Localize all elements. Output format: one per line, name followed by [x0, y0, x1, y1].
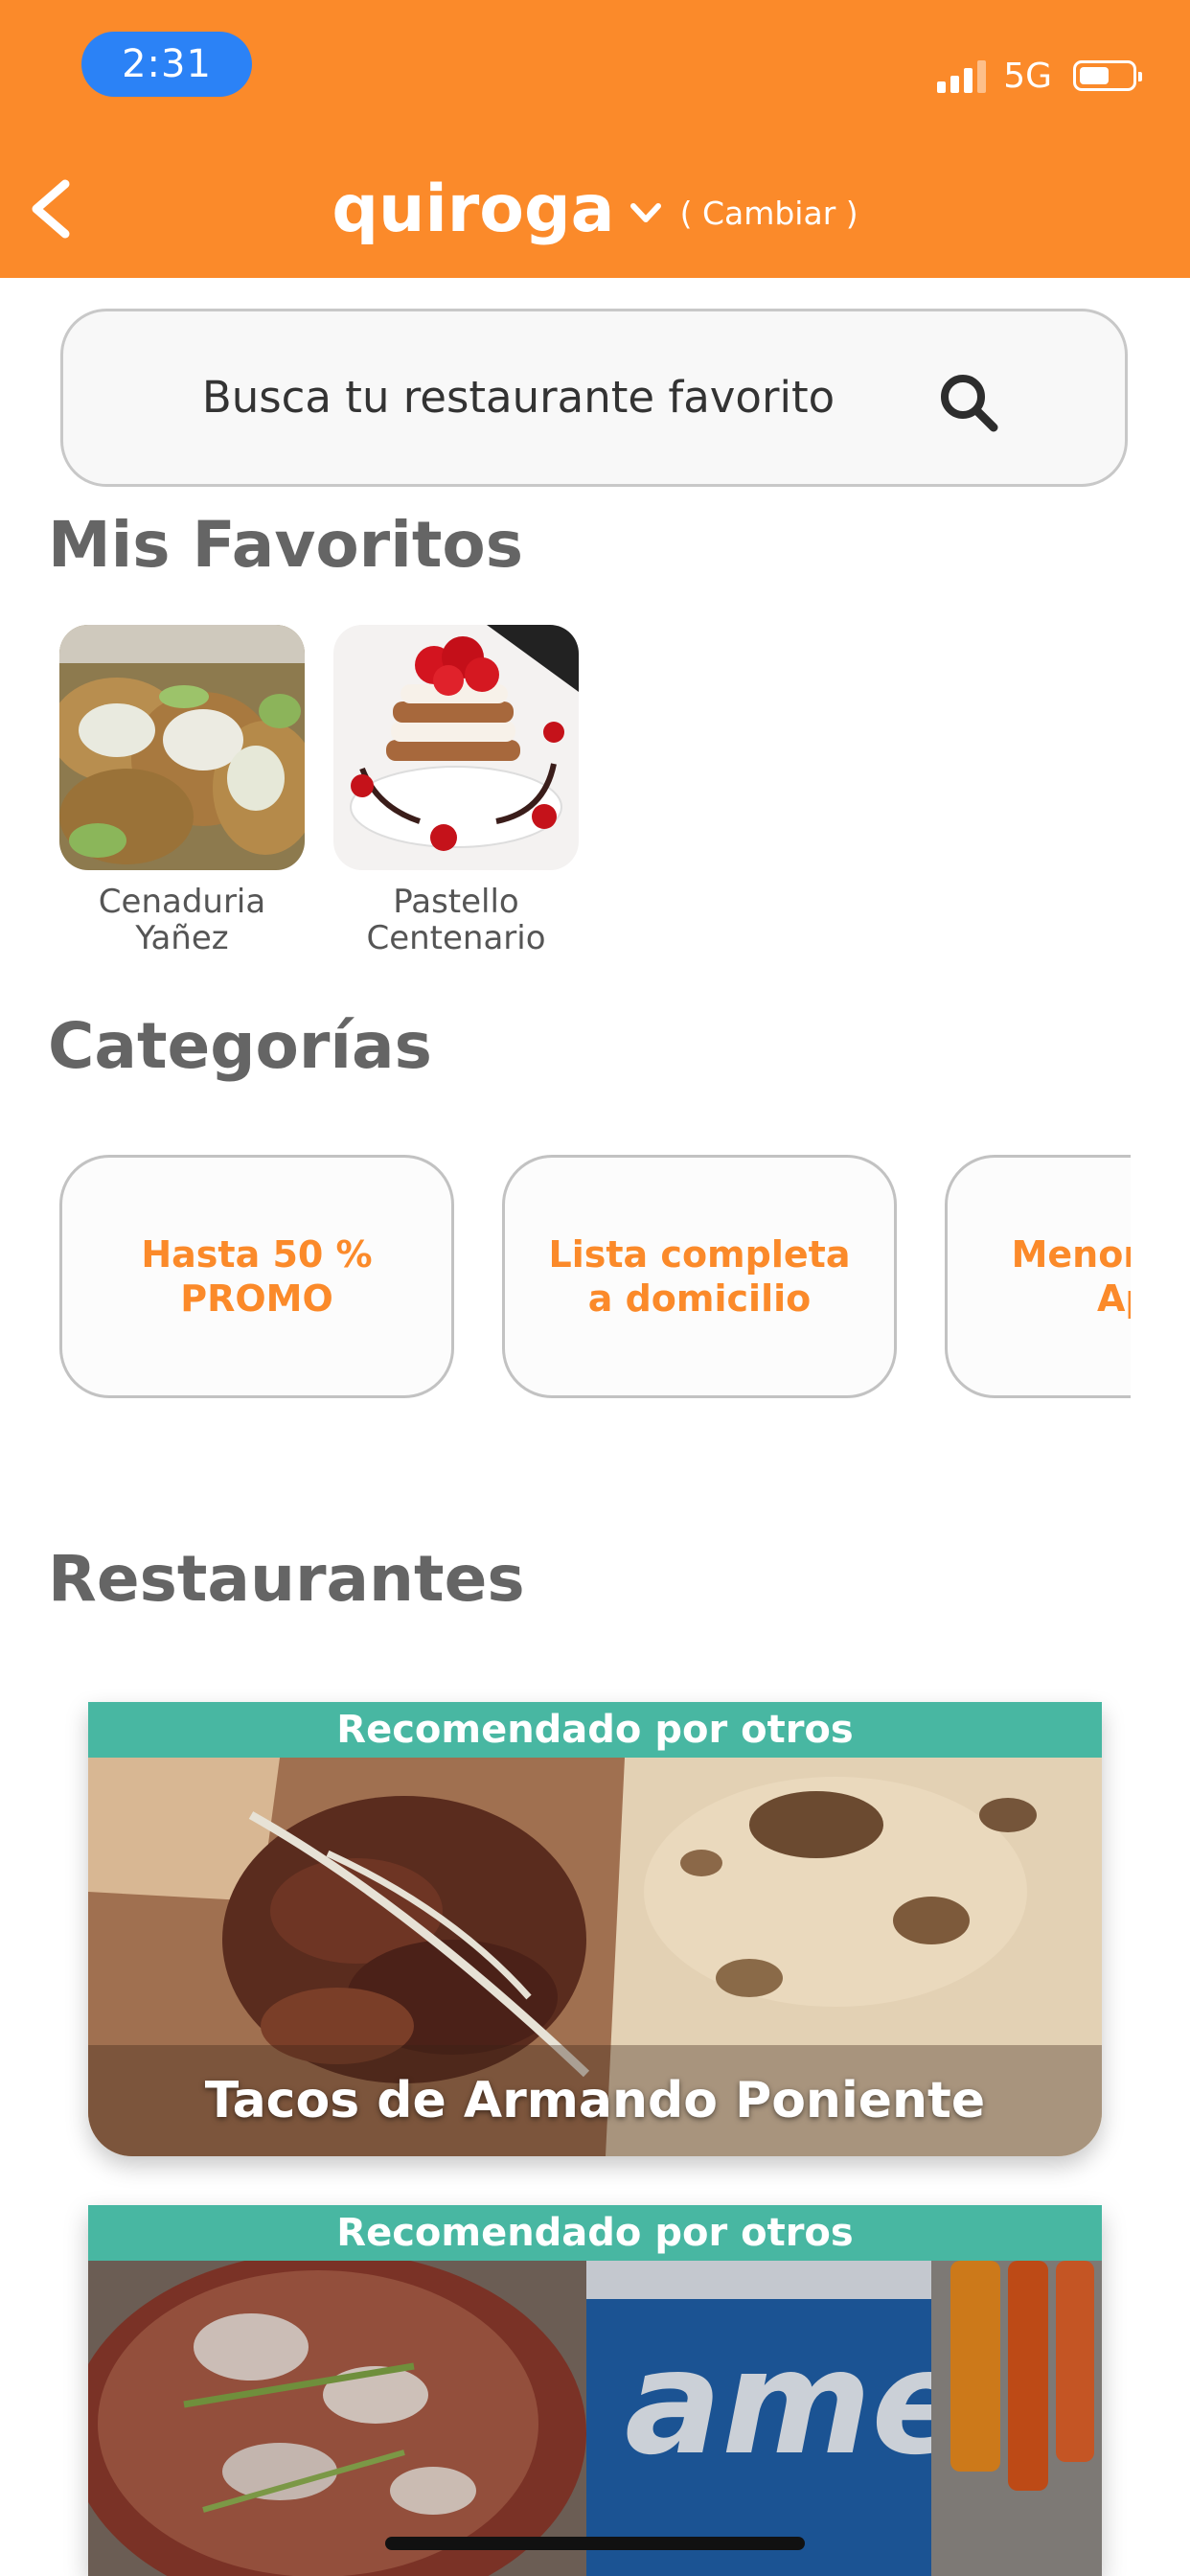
network-type: 5G: [1003, 56, 1052, 96]
home-indicator[interactable]: [385, 2537, 805, 2550]
restaurant-name[interactable]: Tacos de Armando Poniente: [88, 2072, 1102, 2129]
signal-icon: [937, 58, 987, 93]
recommended-banner: Recomendado por otros: [88, 2205, 1102, 2261]
search-placeholder[interactable]: Busca tu restaurante favorito: [63, 311, 973, 484]
favorite-image[interactable]: [333, 625, 579, 870]
battery-icon: [1073, 60, 1142, 91]
category-third[interactable]: Menor Ap: [945, 1155, 1131, 1398]
category-full-list[interactable]: Lista completa a domicilio: [502, 1155, 897, 1398]
recommended-banner: Recomendado por otros: [88, 1702, 1102, 1758]
restaurant-card[interactable]: Recomendado por otros Tacos de Armando P…: [88, 1702, 1102, 2156]
favorite-item[interactable]: Cenaduria Yañez: [59, 625, 305, 956]
favorite-item[interactable]: Pastello Centenario: [333, 625, 579, 956]
restaurant-image[interactable]: ame: [88, 2261, 1102, 2576]
city-selector[interactable]: quiroga ( Cambiar ): [0, 161, 1190, 257]
status-time: 2:31: [81, 32, 252, 97]
search-bar[interactable]: Busca tu restaurante favorito: [60, 309, 1128, 487]
favorite-name[interactable]: Pastello Centenario: [312, 884, 600, 956]
favorites-title: Mis Favoritos: [48, 508, 524, 582]
chevron-down-icon[interactable]: [627, 194, 665, 232]
search-icon[interactable]: [937, 371, 1000, 434]
city-name[interactable]: quiroga: [332, 172, 614, 247]
favorite-name[interactable]: Cenaduria Yañez: [38, 884, 326, 956]
restaurants-title: Restaurantes: [48, 1542, 525, 1616]
categories-title: Categorías: [48, 1009, 432, 1083]
category-promo[interactable]: Hasta 50 % PROMO: [59, 1155, 454, 1398]
app-header: 2:31 5G quiroga ( Cambiar ): [0, 0, 1190, 278]
status-icons: 5G: [937, 52, 1142, 100]
change-city-link[interactable]: ( Cambiar ): [680, 195, 858, 232]
categories-carousel[interactable]: Hasta 50 % PROMO Lista completa a domici…: [59, 1155, 1131, 1404]
favorite-image[interactable]: [59, 625, 305, 870]
restaurant-card[interactable]: Recomendado por otros ame: [88, 2205, 1102, 2576]
